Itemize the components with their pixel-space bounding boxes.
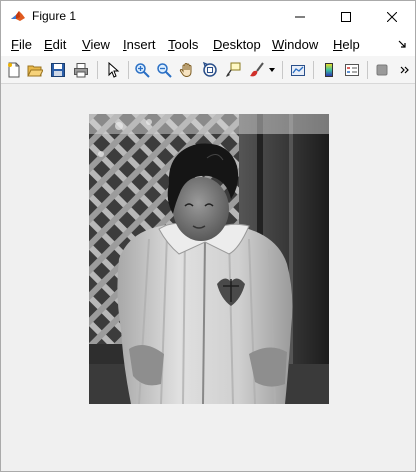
menu-insert[interactable]: Insert (123, 37, 156, 52)
matlab-icon (10, 8, 26, 24)
menu-edit[interactable]: Edit (44, 37, 66, 52)
menu-help[interactable]: Help (333, 37, 360, 52)
menu-bar: File Edit View Insert Tools Desktop Wind… (1, 32, 415, 56)
menu-view[interactable]: View (82, 37, 110, 52)
new-figure-button[interactable] (4, 60, 24, 80)
colorbar-button[interactable] (319, 60, 339, 80)
print-button[interactable] (71, 60, 91, 80)
toolbar-separator (97, 61, 98, 79)
toolbar-separator (367, 61, 368, 79)
toolbar-separator (313, 61, 314, 79)
zoom-in-icon (135, 63, 150, 78)
close-button[interactable] (369, 1, 415, 32)
grayscale-photo (89, 114, 329, 404)
pan-hand-icon (179, 62, 192, 78)
select-arrow-icon (108, 62, 120, 78)
minimize-button[interactable] (277, 1, 323, 32)
menu-window[interactable]: Window (272, 37, 318, 52)
link-plot-button[interactable] (288, 60, 308, 80)
dock-arrow-icon[interactable] (397, 39, 407, 49)
save-icon (51, 63, 65, 77)
menu-desktop[interactable]: Desktop (213, 37, 261, 52)
figure-canvas[interactable] (1, 85, 415, 471)
double-chevron-right-icon (400, 66, 409, 74)
open-file-button[interactable] (25, 60, 45, 80)
zoom-out-icon (157, 63, 172, 78)
legend-icon (345, 64, 359, 76)
zoom-in-button[interactable] (132, 60, 152, 80)
menu-file[interactable]: File (11, 37, 32, 52)
print-icon (74, 63, 88, 78)
legend-button[interactable] (342, 60, 362, 80)
toolbar-separator (282, 61, 283, 79)
rotate-3d-icon (202, 62, 217, 77)
toolbar-overflow-button[interactable] (398, 60, 412, 80)
figure-window: Figure 1 File Edit View Insert Tools Des… (0, 0, 416, 472)
hide-plot-tools-icon (376, 64, 388, 76)
pan-button[interactable] (177, 60, 197, 80)
close-icon (387, 11, 397, 22)
select-arrow-button[interactable] (103, 60, 123, 80)
toolbar-separator (128, 61, 129, 79)
colorbar-icon (325, 63, 333, 77)
minimize-icon (295, 16, 305, 17)
data-cursor-button[interactable] (223, 60, 243, 80)
new-figure-icon (8, 62, 20, 78)
window-title: Figure 1 (32, 9, 77, 23)
rotate-3d-button[interactable] (200, 60, 220, 80)
menu-tools[interactable]: Tools (168, 37, 198, 52)
chevron-down-icon (269, 68, 275, 72)
figure-toolbar (1, 56, 415, 84)
maximize-icon (341, 11, 351, 22)
maximize-button[interactable] (323, 1, 369, 32)
brush-dropdown[interactable] (266, 60, 278, 80)
photo-drawing (89, 114, 329, 404)
hide-plot-tools-button[interactable] (372, 60, 392, 80)
open-file-icon (27, 65, 43, 77)
brush-icon (250, 62, 264, 77)
data-cursor-icon (226, 62, 241, 77)
brush-button[interactable] (247, 60, 267, 80)
title-bar: Figure 1 (1, 1, 415, 32)
zoom-out-button[interactable] (154, 60, 174, 80)
save-button[interactable] (48, 60, 68, 80)
link-plot-icon (291, 65, 305, 76)
